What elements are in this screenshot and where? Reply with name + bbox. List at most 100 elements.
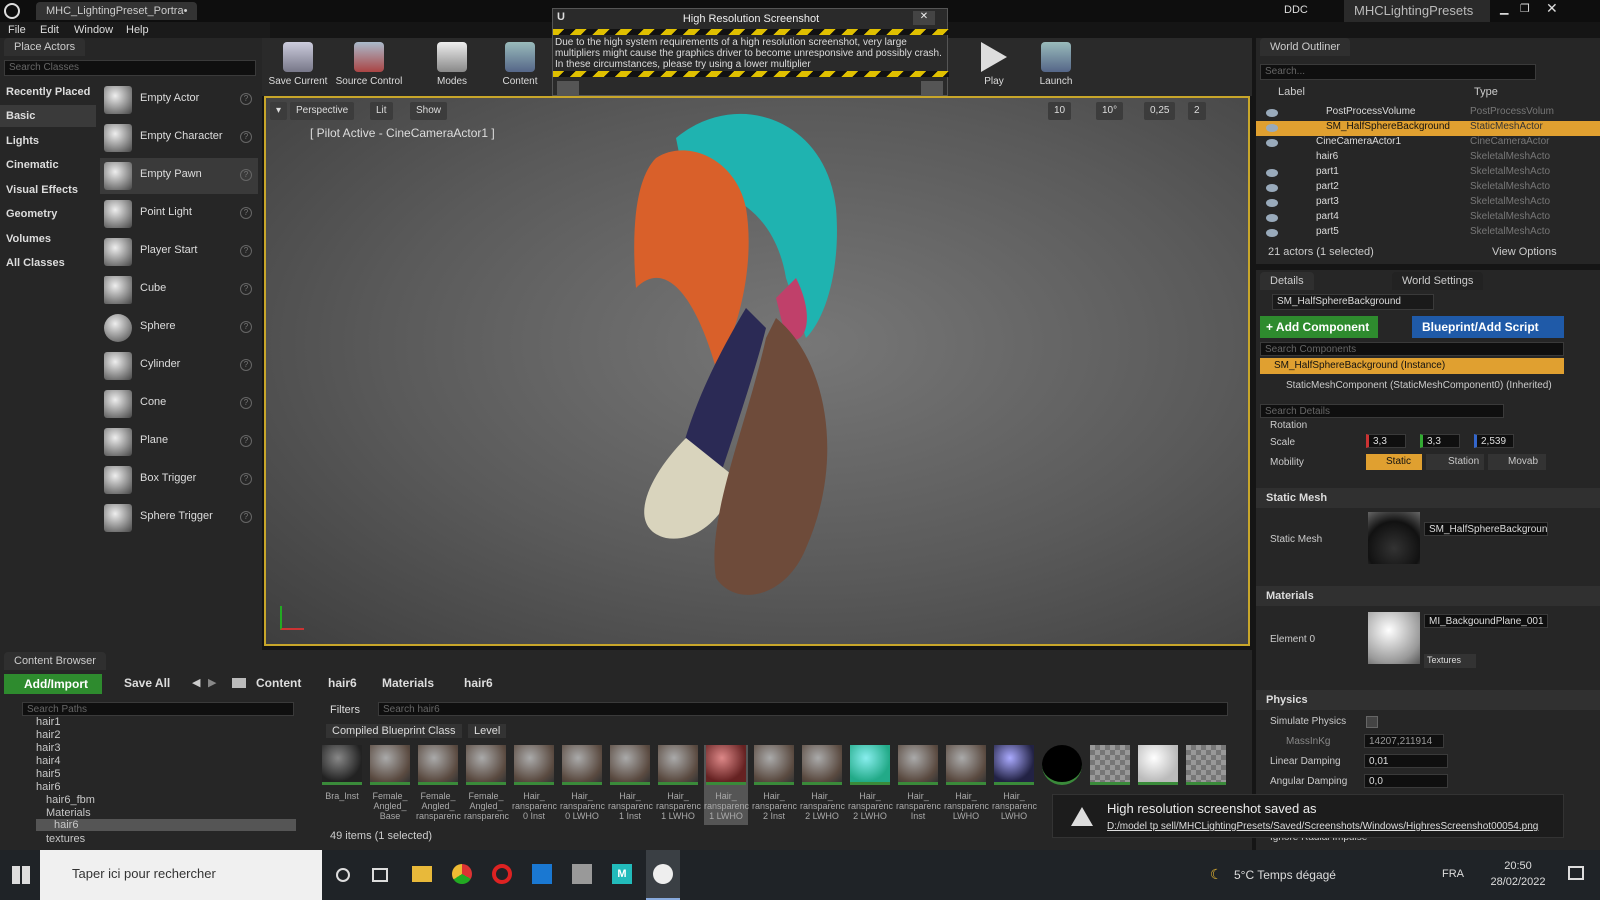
chrome-icon[interactable]: [452, 864, 472, 884]
opera-icon[interactable]: [492, 864, 512, 884]
help-icon[interactable]: ?: [240, 359, 252, 371]
actor-empty-pawn[interactable]: Empty Pawn?: [100, 158, 258, 194]
asset-tile[interactable]: Hair_ ransparenc 2 LWHO: [848, 745, 893, 825]
modes-button[interactable]: Modes: [430, 42, 474, 87]
tree-item[interactable]: hair4: [36, 755, 60, 767]
help-icon[interactable]: ?: [240, 131, 252, 143]
menu-file[interactable]: File: [8, 24, 26, 36]
help-icon[interactable]: ?: [240, 245, 252, 257]
asset-tile[interactable]: Hair_ ransparenc LWHO: [992, 745, 1037, 825]
outliner-row[interactable]: part1 SkeletalMeshActo: [1256, 166, 1600, 181]
maximize-button[interactable]: ❐: [1520, 2, 1530, 15]
menu-help[interactable]: Help: [126, 24, 149, 36]
outliner-row[interactable]: CineCameraActor1 CineCameraActor: [1256, 136, 1600, 151]
material-thumbnail[interactable]: [1368, 612, 1420, 664]
eye-icon[interactable]: [1266, 214, 1278, 222]
actor-cone[interactable]: Cone?: [100, 386, 258, 422]
eye-icon[interactable]: [1266, 109, 1278, 117]
content-browser-tab[interactable]: Content Browser: [4, 652, 106, 670]
back-button[interactable]: ◀: [192, 676, 200, 689]
unreal-logo-icon[interactable]: [4, 3, 20, 19]
actor-plane[interactable]: Plane?: [100, 424, 258, 460]
materials-section[interactable]: Materials: [1256, 586, 1600, 606]
help-icon[interactable]: ?: [240, 169, 252, 181]
asset-tile[interactable]: Hair_ ransparenc 1 LWHO: [656, 745, 701, 825]
rotation-snap-value[interactable]: 10°: [1096, 102, 1124, 120]
asset-tile[interactable]: Hair_ ransparenc LWHO: [944, 745, 989, 825]
static-mesh-dropdown[interactable]: SM_HalfSphereBackgroun: [1424, 522, 1548, 536]
mobility-movable-button[interactable]: Movab: [1488, 454, 1546, 470]
clock-time[interactable]: 20:50: [1488, 860, 1548, 872]
material-dropdown[interactable]: MI_BackgoundPlane_001: [1424, 614, 1548, 628]
tree-item[interactable]: hair2: [36, 729, 60, 741]
grid-snap-value[interactable]: 10: [1048, 102, 1072, 120]
tree-item[interactable]: hair6_fbm: [46, 794, 95, 806]
filters-button[interactable]: Filters: [330, 704, 360, 716]
simulate-physics-checkbox[interactable]: [1366, 716, 1378, 728]
place-actors-tab[interactable]: Place Actors: [4, 38, 86, 56]
mobility-stationary-button[interactable]: Station: [1426, 454, 1484, 470]
category-geometry[interactable]: Geometry: [6, 208, 57, 220]
help-icon[interactable]: ?: [240, 397, 252, 409]
unreal-taskbar-icon[interactable]: [646, 850, 680, 900]
help-icon[interactable]: ?: [240, 435, 252, 447]
forward-button[interactable]: ▶: [208, 676, 216, 689]
tree-item[interactable]: hair6: [36, 781, 60, 793]
asset-tile[interactable]: Hair_ ransparenc 0 Inst: [512, 745, 557, 825]
eye-icon[interactable]: [1266, 124, 1278, 132]
category-cinematic[interactable]: Cinematic: [6, 159, 59, 171]
actor-point-light[interactable]: Point Light?: [100, 196, 258, 232]
actor-empty-actor[interactable]: Empty Actor?: [100, 82, 258, 118]
help-icon[interactable]: ?: [240, 207, 252, 219]
photos-icon[interactable]: [532, 864, 552, 884]
actor-cylinder[interactable]: Cylinder?: [100, 348, 258, 384]
scale-snap-value[interactable]: 0,25: [1144, 102, 1176, 120]
outliner-row[interactable]: PostProcessVolume PostProcessVolum: [1256, 106, 1600, 121]
category-lights[interactable]: Lights: [6, 135, 39, 147]
asset-tile[interactable]: Hair_ ransparenc 2 Inst: [752, 745, 797, 825]
eye-icon[interactable]: [1266, 184, 1278, 192]
category-visual-effects[interactable]: Visual Effects: [6, 184, 78, 196]
source-control-button[interactable]: Source Control: [334, 42, 404, 87]
weather-text[interactable]: 5°C Temps dégagé: [1234, 868, 1336, 882]
mesh-thumbnail[interactable]: [1368, 512, 1420, 564]
search-components-input[interactable]: Search Components: [1260, 342, 1564, 356]
eye-icon[interactable]: [1266, 199, 1278, 207]
notifications-icon[interactable]: [1568, 866, 1584, 880]
tree-item[interactable]: hair1: [36, 716, 60, 728]
world-outliner-tab[interactable]: World Outliner: [1260, 38, 1351, 56]
outliner-row[interactable]: part3 SkeletalMeshActo: [1256, 196, 1600, 211]
textures-dropdown[interactable]: Textures: [1424, 654, 1476, 668]
scale-z-field[interactable]: 2,539: [1474, 434, 1514, 448]
category-basic[interactable]: Basic: [0, 105, 96, 127]
actor-box-trigger[interactable]: Box Trigger?: [100, 462, 258, 498]
actor-sphere-trigger[interactable]: Sphere Trigger?: [100, 500, 258, 536]
asset-tile[interactable]: Hair_ ransparenc 2 LWHO: [800, 745, 845, 825]
save-all-button[interactable]: Save All: [110, 676, 170, 690]
actor-empty-character[interactable]: Empty Character?: [100, 120, 258, 156]
instance-row[interactable]: SM_HalfSphereBackground (Instance): [1260, 358, 1564, 374]
task-view-icon[interactable]: [372, 868, 388, 882]
column-type[interactable]: Type: [1474, 86, 1498, 98]
asset-search-input[interactable]: Search hair6: [378, 702, 1228, 716]
physics-section[interactable]: Physics: [1256, 690, 1600, 710]
category-recently-placed[interactable]: Recently Placed: [6, 86, 90, 98]
help-icon[interactable]: ?: [240, 511, 252, 523]
actor-sphere[interactable]: Sphere?: [100, 310, 258, 346]
category-all-classes[interactable]: All Classes: [6, 257, 65, 269]
actor-name-field[interactable]: SM_HalfSphereBackground: [1272, 294, 1434, 310]
outliner-row[interactable]: part4 SkeletalMeshActo: [1256, 211, 1600, 226]
minimize-button[interactable]: ▁: [1500, 2, 1508, 15]
mass-field[interactable]: 14207,211914: [1364, 734, 1444, 748]
outliner-row[interactable]: hair6 SkeletalMeshActo: [1256, 151, 1600, 166]
language-indicator[interactable]: FRA: [1442, 868, 1464, 880]
asset-tile-selected[interactable]: Hair_ ransparenc 1 LWHO: [704, 745, 749, 825]
dialog-close-button[interactable]: ✕: [913, 11, 935, 25]
world-settings-tab[interactable]: World Settings: [1392, 272, 1484, 290]
filter-tag-level[interactable]: Level: [468, 724, 507, 738]
tree-item[interactable]: textures: [46, 833, 85, 845]
cortana-icon[interactable]: [336, 868, 350, 882]
menu-edit[interactable]: Edit: [40, 24, 59, 36]
static-mesh-section[interactable]: Static Mesh: [1256, 488, 1600, 508]
show-button[interactable]: Show: [410, 102, 448, 120]
